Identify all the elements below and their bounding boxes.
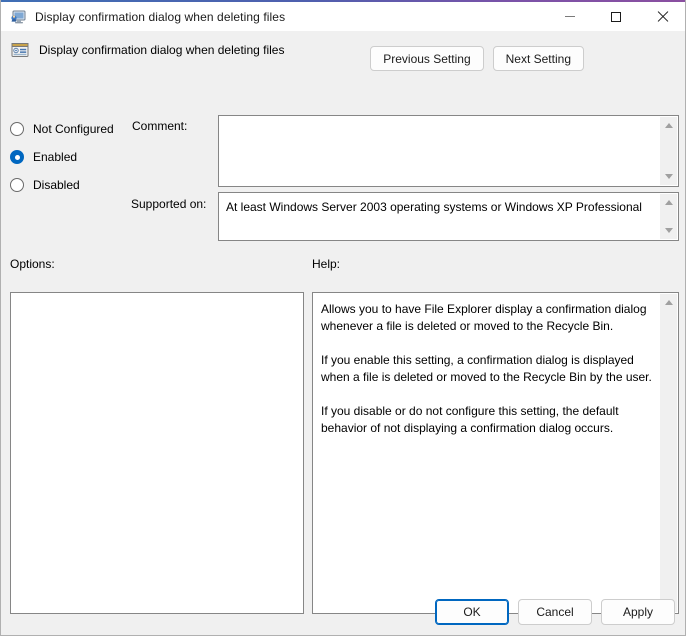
radio-disabled[interactable]: Disabled bbox=[10, 171, 130, 199]
apply-button[interactable]: Apply bbox=[601, 599, 675, 625]
radio-enabled-icon bbox=[10, 150, 24, 164]
window-controls bbox=[547, 1, 685, 32]
next-setting-button[interactable]: Next Setting bbox=[492, 46, 584, 71]
options-panel[interactable] bbox=[10, 292, 304, 614]
dialog-footer: OK Cancel Apply bbox=[435, 599, 675, 625]
close-icon bbox=[656, 11, 668, 23]
minimize-button[interactable] bbox=[547, 1, 593, 32]
options-label: Options: bbox=[10, 257, 55, 271]
supported-on-scroll-up-icon[interactable] bbox=[660, 194, 677, 211]
setting-header: Display confirmation dialog when deletin… bbox=[11, 41, 284, 59]
navigation-buttons: Previous Setting Next Setting bbox=[370, 46, 584, 71]
supported-on-textbox[interactable]: At least Windows Server 2003 operating s… bbox=[218, 192, 679, 241]
supported-on-scrollbar[interactable] bbox=[660, 194, 677, 239]
configuration-state-radio-group: Not Configured Enabled Disabled bbox=[10, 115, 130, 199]
help-panel[interactable]: Allows you to have File Explorer display… bbox=[312, 292, 679, 614]
supported-on-scroll-down-icon[interactable] bbox=[660, 222, 677, 239]
comment-scroll-up-icon[interactable] bbox=[660, 117, 677, 134]
cancel-button[interactable]: Cancel bbox=[518, 599, 592, 625]
close-button[interactable] bbox=[639, 1, 685, 32]
radio-not-configured[interactable]: Not Configured bbox=[10, 115, 130, 143]
comment-label: Comment: bbox=[132, 119, 188, 133]
radio-disabled-icon bbox=[10, 178, 24, 192]
help-panel-text: Allows you to have File Explorer display… bbox=[321, 302, 652, 435]
radio-disabled-label: Disabled bbox=[33, 178, 80, 192]
help-scroll-up-icon[interactable] bbox=[660, 294, 677, 311]
comment-textarea[interactable] bbox=[218, 115, 679, 187]
maximize-icon bbox=[611, 11, 621, 22]
radio-not-configured-label: Not Configured bbox=[33, 122, 114, 136]
comment-scroll-down-icon[interactable] bbox=[660, 168, 677, 185]
previous-setting-button[interactable]: Previous Setting bbox=[370, 46, 484, 71]
minimize-icon bbox=[565, 16, 575, 17]
comment-scrollbar[interactable] bbox=[660, 117, 677, 185]
window-title: Display confirmation dialog when deletin… bbox=[35, 9, 286, 24]
titlebar: Display confirmation dialog when deletin… bbox=[1, 0, 685, 31]
maximize-button[interactable] bbox=[593, 1, 639, 32]
group-policy-computer-icon bbox=[10, 9, 26, 25]
radio-enabled[interactable]: Enabled bbox=[10, 143, 130, 171]
help-scrollbar[interactable] bbox=[660, 294, 677, 612]
ok-button[interactable]: OK bbox=[435, 599, 509, 625]
supported-on-value: At least Windows Server 2003 operating s… bbox=[226, 200, 642, 214]
help-label: Help: bbox=[312, 257, 341, 271]
radio-not-configured-icon bbox=[10, 122, 24, 136]
dialog-body: Display confirmation dialog when deletin… bbox=[1, 31, 685, 635]
setting-title: Display confirmation dialog when deletin… bbox=[39, 43, 285, 57]
supported-on-label: Supported on: bbox=[131, 197, 207, 211]
policy-setting-icon bbox=[11, 41, 29, 59]
radio-enabled-label: Enabled bbox=[33, 150, 78, 164]
policy-setting-dialog: Display confirmation dialog when deletin… bbox=[0, 0, 686, 636]
